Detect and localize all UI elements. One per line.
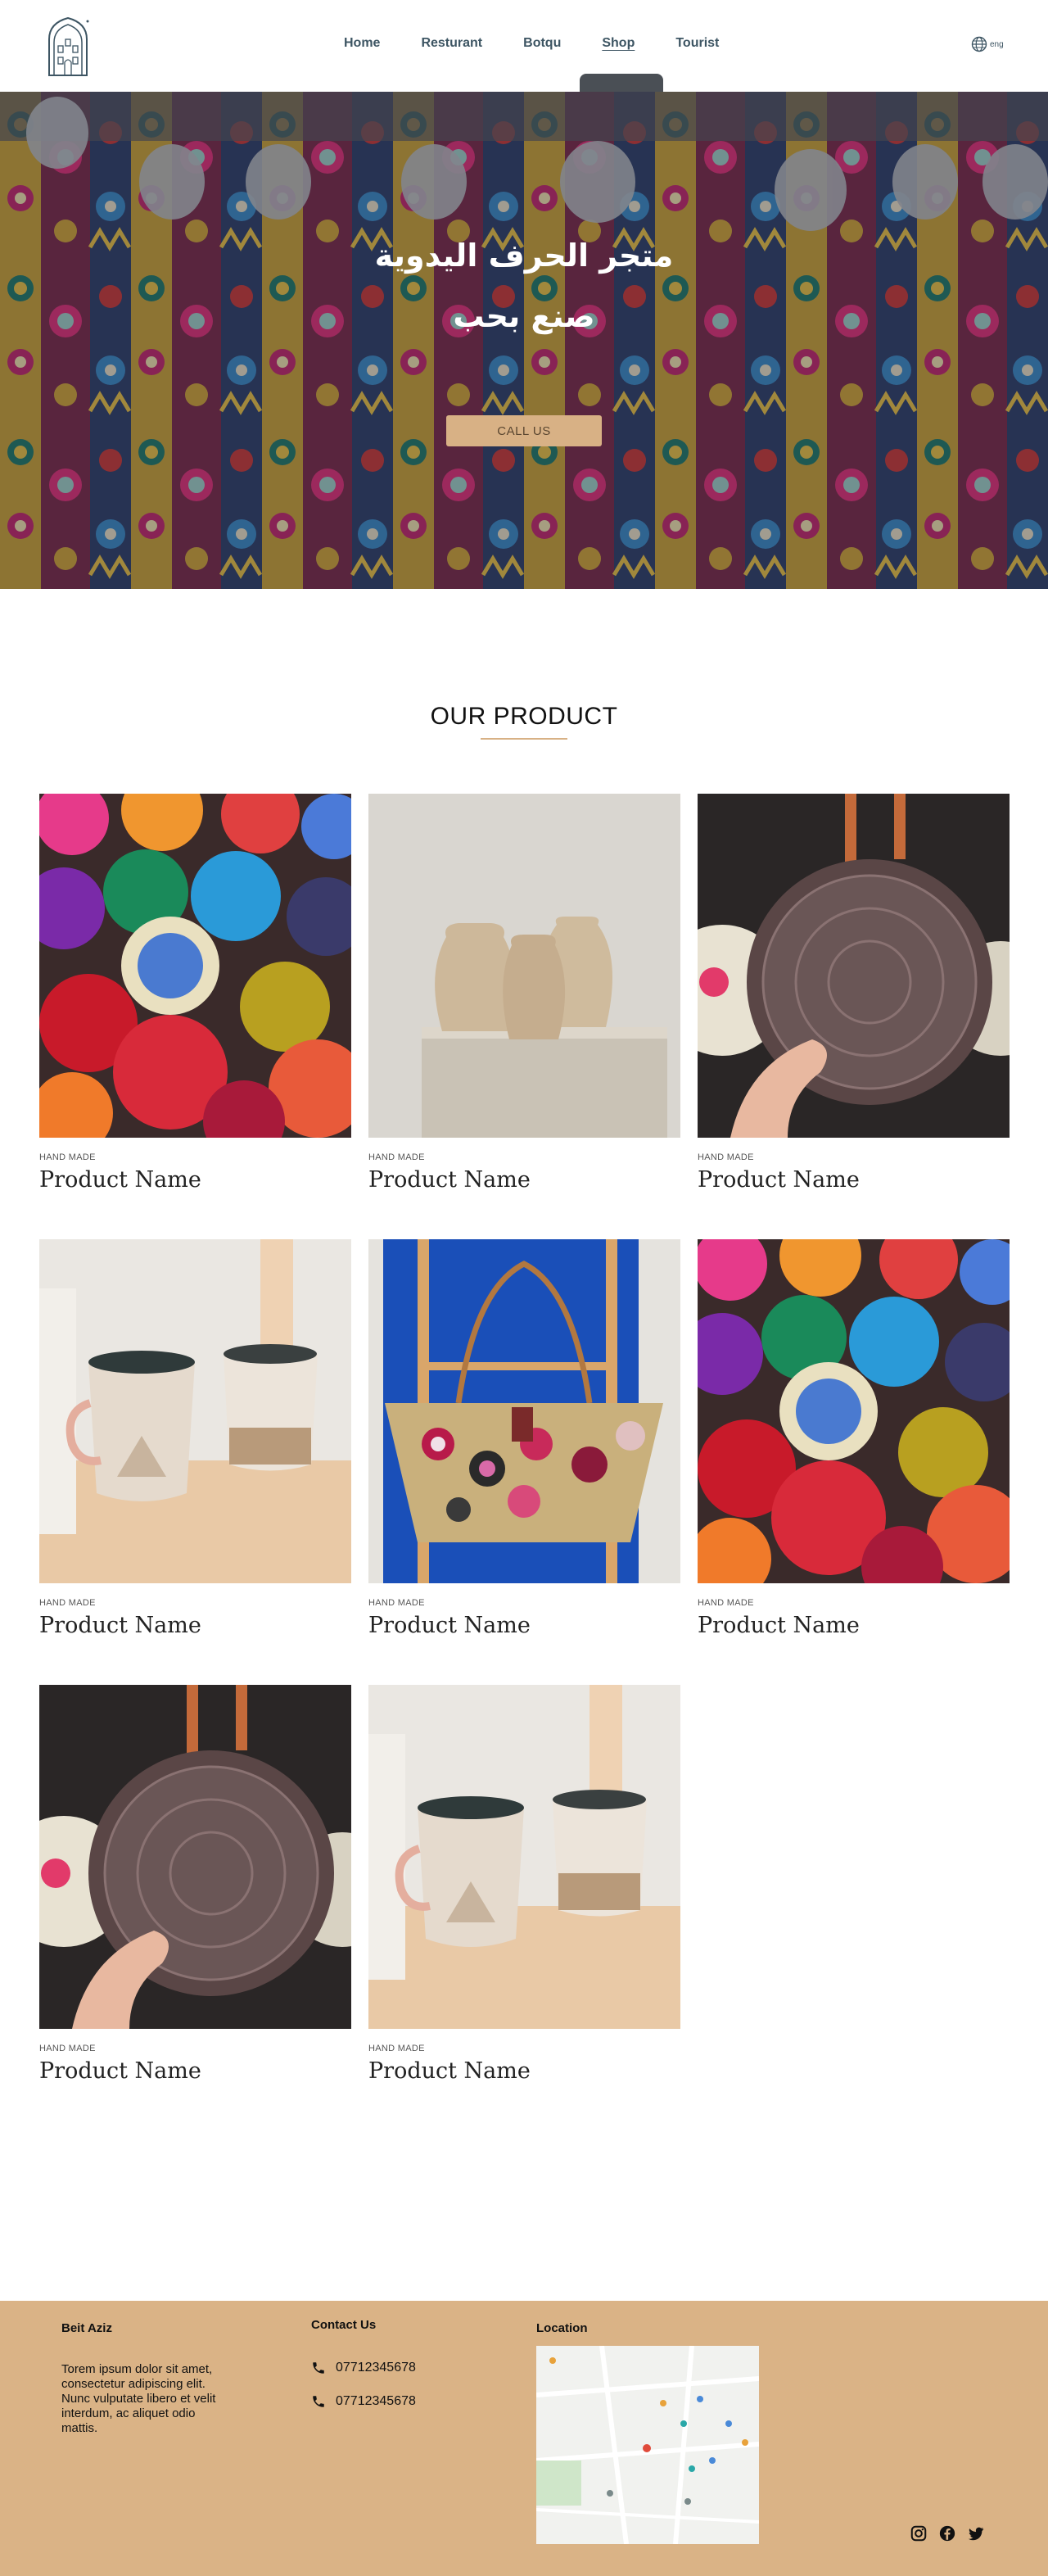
product-name[interactable]: Product Name [39,1613,351,1638]
phone-number[interactable]: 07712345678 [336,2361,416,2375]
product-image[interactable] [698,1239,1010,1583]
product-name[interactable]: Product Name [39,1167,351,1193]
product-card[interactable]: HAND MADE Product Name [39,1685,351,2084]
location-map[interactable] [536,2346,759,2544]
product-tag: HAND MADE [368,1152,425,1162]
product-card[interactable]: HAND MADE Product Name [39,1239,351,1638]
product-image[interactable] [368,794,680,1138]
product-tag: HAND MADE [368,2044,425,2053]
nav-home[interactable]: Home [344,36,380,51]
product-name[interactable]: Product Name [368,1167,680,1193]
hero-subtitle: صنع بحب [453,298,595,334]
product-tag: HAND MADE [39,2044,96,2053]
footer-phone[interactable]: 07712345678 [311,2361,416,2375]
footer-brand: Beit Aziz [61,2321,112,2335]
footer-description: Torem ipsum dolor sit amet, consectetur … [61,2362,216,2435]
main-nav: Home Resturant Botqu Shop Tourist [344,36,760,51]
product-image[interactable] [698,794,1010,1138]
product-card[interactable]: HAND MADE Product Name [368,794,680,1193]
nav-restaurant[interactable]: Resturant [421,36,482,51]
product-name[interactable]: Product Name [698,1167,1010,1193]
language-selector[interactable]: eng [971,36,1004,52]
product-card[interactable]: HAND MADE Product Name [368,1685,680,2084]
active-tab-indicator [580,74,663,93]
product-name[interactable]: Product Name [368,1613,680,1638]
product-image[interactable] [39,1685,351,2029]
footer-contact-title: Contact Us [311,2318,377,2332]
product-tag: HAND MADE [39,1598,96,1608]
footer-phone[interactable]: 07712345678 [311,2394,416,2409]
product-card[interactable]: HAND MADE Product Name [698,1239,1010,1638]
instagram-icon[interactable] [910,2524,928,2542]
logo-icon[interactable] [44,15,92,79]
product-card[interactable]: HAND MADE Product Name [368,1239,680,1638]
products-heading: OUR PRODUCT [430,703,618,730]
nav-tourist[interactable]: Tourist [675,36,719,51]
nav-shop[interactable]: Shop [602,36,635,51]
call-us-button[interactable]: CALL US [446,415,602,446]
phone-number[interactable]: 07712345678 [336,2394,416,2409]
product-card[interactable]: HAND MADE Product Name [698,794,1010,1193]
social-links [910,2524,985,2542]
product-tag: HAND MADE [368,1598,425,1608]
product-image[interactable] [368,1685,680,2029]
hero-banner: متجر الحرف اليدوية صنع بحب CALL US [0,92,1048,589]
heading-underline [481,738,567,740]
product-name[interactable]: Product Name [39,2058,351,2084]
phone-icon [313,2396,324,2407]
twitter-icon[interactable] [967,2524,985,2542]
product-image[interactable] [39,794,351,1138]
language-label: eng [990,39,1004,49]
hero-title: متجر الحرف اليدوية [374,238,674,274]
header: Home Resturant Botqu Shop Tourist eng [0,0,1048,93]
product-tag: HAND MADE [698,1598,754,1608]
product-name[interactable]: Product Name [698,1613,1010,1638]
hero-overlay [0,92,1048,589]
globe-icon [971,36,987,52]
footer-location-title: Location [536,2321,588,2335]
product-tag: HAND MADE [698,1152,754,1162]
nav-botqu[interactable]: Botqu [523,36,561,51]
product-name[interactable]: Product Name [368,2058,680,2084]
product-image[interactable] [368,1239,680,1583]
phone-icon [313,2362,324,2374]
product-tag: HAND MADE [39,1152,96,1162]
facebook-icon[interactable] [938,2524,956,2542]
footer [0,2301,1048,2576]
product-card[interactable]: HAND MADE Product Name [39,794,351,1193]
product-image[interactable] [39,1239,351,1583]
